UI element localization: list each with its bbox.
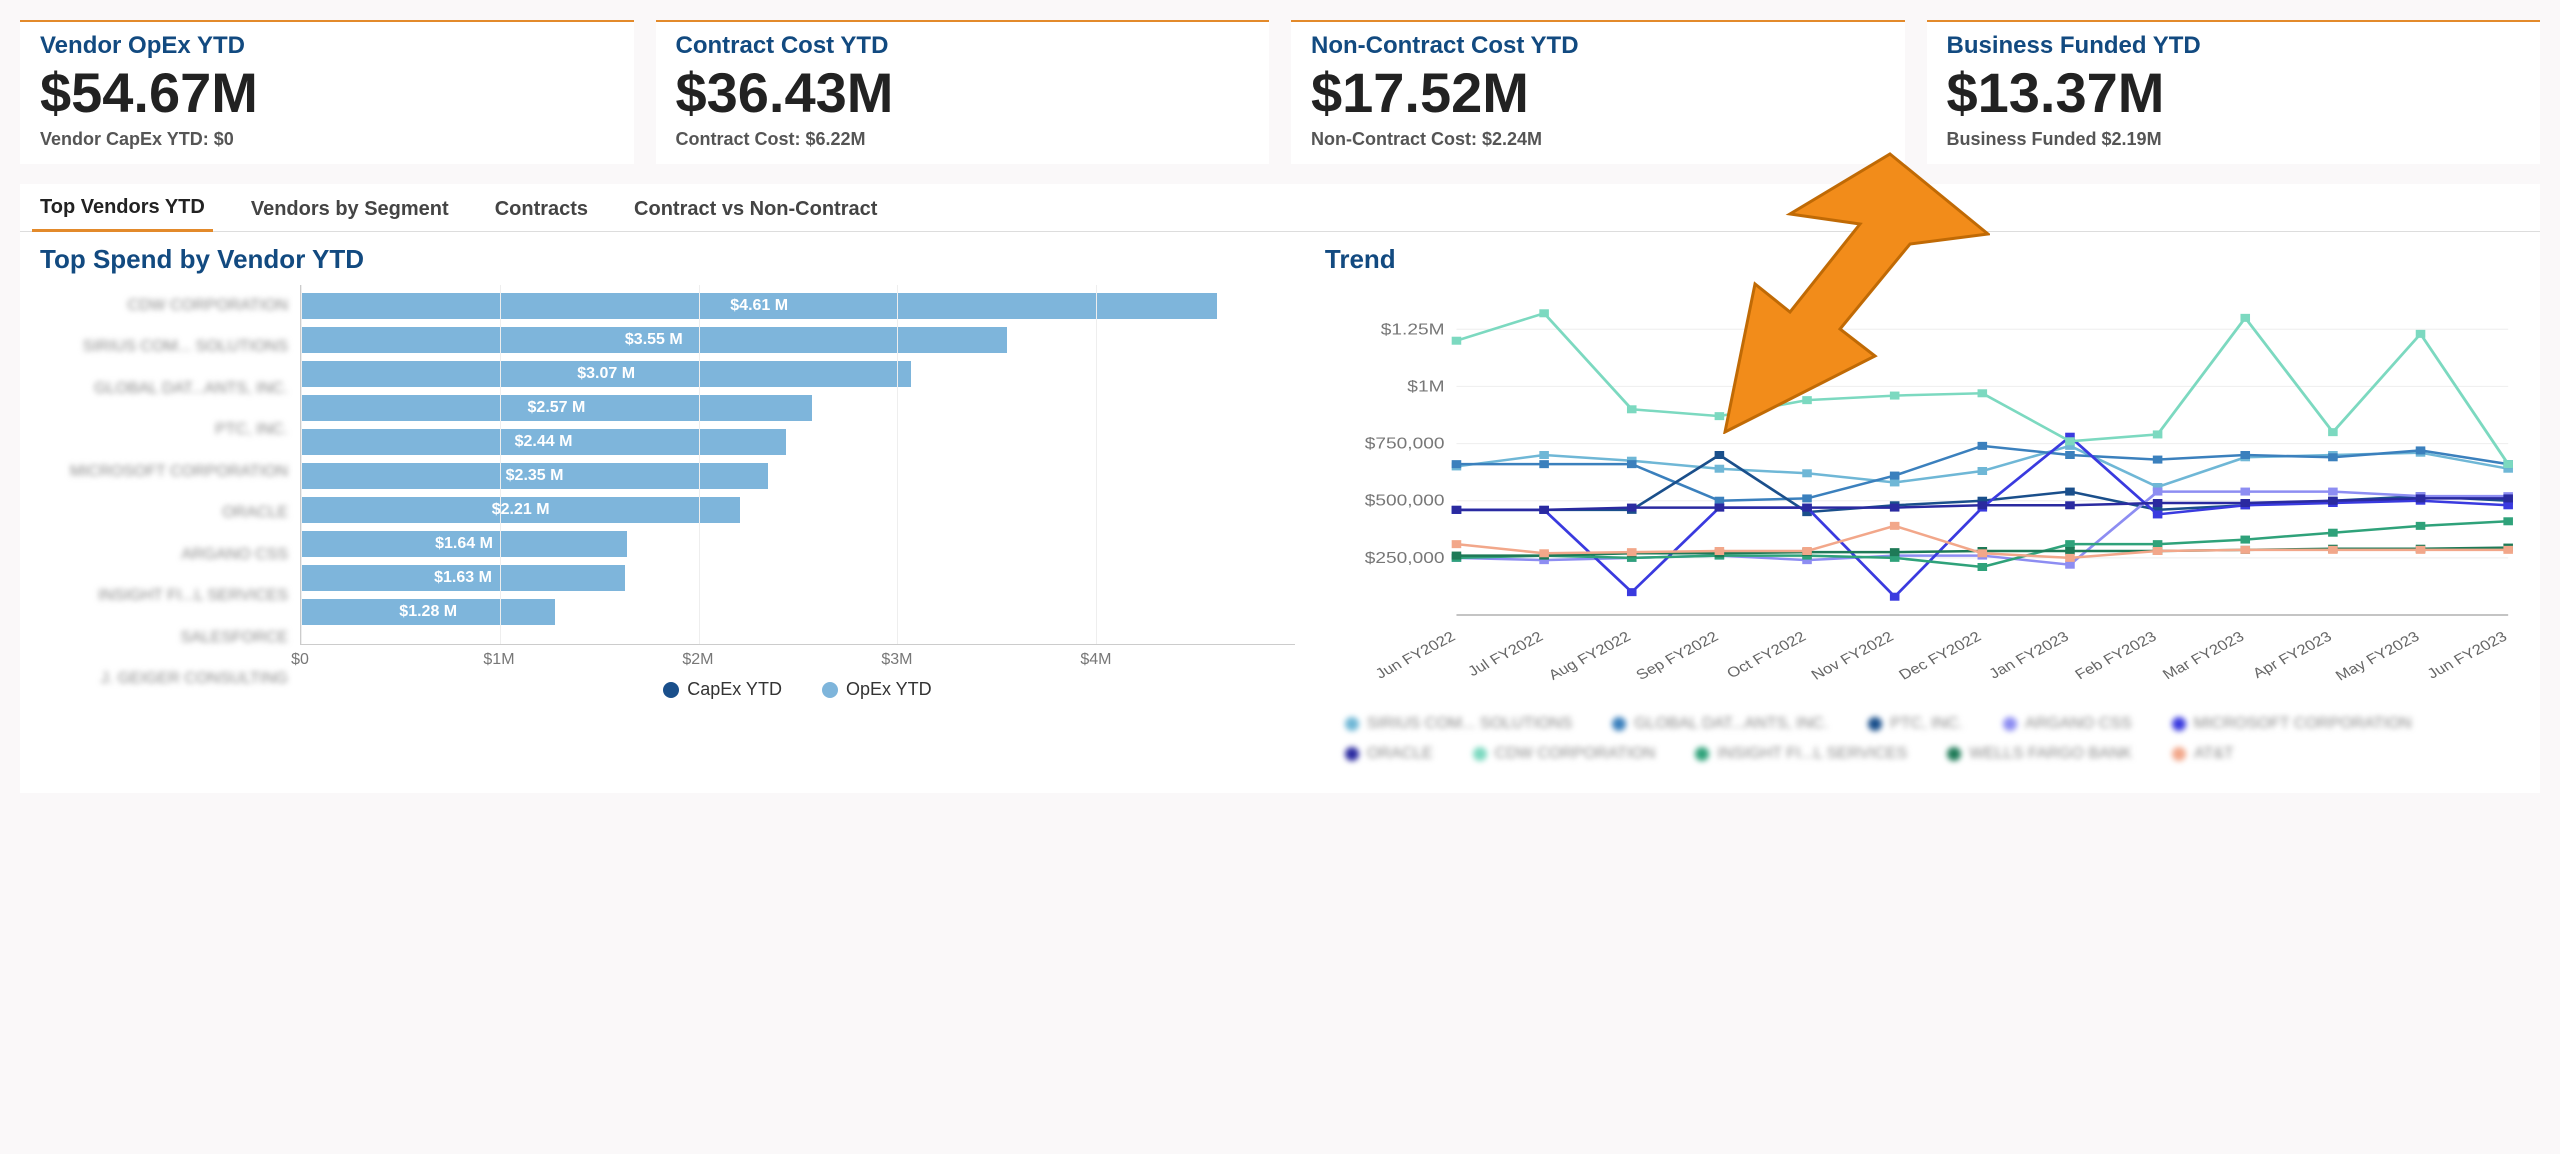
main-panel: Top Vendors YTD Vendors by Segment Contr…	[20, 184, 2540, 793]
trend-plot[interactable]: $250,000 $500,000 $750,000 $1M $1.25M Jun FY2…	[1325, 285, 2520, 685]
bar-category-label: ARGANO CSS	[40, 538, 288, 572]
kpi-value: $13.37M	[1947, 64, 2521, 123]
chart-title: Top Spend by Vendor YTD	[40, 244, 1295, 275]
bar[interactable]: $2.57 M	[301, 395, 812, 421]
svg-text:Nov FY2022: Nov FY2022	[1808, 629, 1897, 683]
bar-row[interactable]: $1.28 M	[301, 595, 1295, 629]
bar-row[interactable]: $2.44 M	[301, 425, 1295, 459]
kpi-title: Vendor OpEx YTD	[40, 32, 614, 60]
bar-legend: CapEx YTD OpEx YTD	[300, 679, 1295, 700]
x-tick: $4M	[1080, 651, 1111, 669]
bar[interactable]: $2.21 M	[301, 497, 740, 523]
svg-text:Apr FY2023: Apr FY2023	[2250, 629, 2335, 682]
bar[interactable]: $1.64 M	[301, 531, 627, 557]
bar[interactable]: $3.07 M	[301, 361, 911, 387]
svg-text:Sep FY2022: Sep FY2022	[1633, 629, 1722, 683]
kpi-subtext: Business Funded $2.19M	[1947, 129, 2521, 150]
bar-category-label: J. GEIGER CONSULTING	[40, 662, 288, 696]
trend-legend-item[interactable]: INSIGHT FI...L SERVICES	[1695, 745, 1907, 763]
x-tick: $2M	[682, 651, 713, 669]
bar[interactable]: $4.61 M	[301, 293, 1217, 319]
kpi-value: $36.43M	[676, 64, 1250, 123]
svg-text:Jan FY2023: Jan FY2023	[1986, 629, 2072, 682]
trend-legend: SIRIUS COM... SOLUTIONS GLOBAL DAT...ANTS…	[1325, 715, 2520, 763]
bar-row[interactable]: $1.63 M	[301, 561, 1295, 595]
kpi-title: Non-Contract Cost YTD	[1311, 32, 1885, 60]
bar-row[interactable]: $3.07 M	[301, 357, 1295, 391]
trend-legend-item[interactable]: GLOBAL DAT...ANTS, INC.	[1612, 715, 1828, 733]
tab-vendors-by-segment[interactable]: Vendors by Segment	[243, 190, 457, 231]
trend-legend-item[interactable]: ARGANO CSS	[2003, 715, 2132, 733]
kpi-subtext: Non-Contract Cost: $2.24M	[1311, 129, 1885, 150]
bar[interactable]: $3.55 M	[301, 327, 1007, 353]
bar-category-label: INSIGHT FI...L SERVICES	[40, 579, 288, 613]
x-tick: $1M	[483, 651, 514, 669]
top-spend-chart: Top Spend by Vendor YTD CDW CORPORATION S…	[40, 244, 1295, 763]
kpi-value: $17.52M	[1311, 64, 1885, 123]
bar-row[interactable]: $3.55 M	[301, 323, 1295, 357]
svg-text:$500,000: $500,000	[1365, 491, 1445, 509]
bar-row[interactable]: $2.35 M	[301, 459, 1295, 493]
bar-plot[interactable]: $4.61 M $3.55 M $3.07 M $2.57 M $2.44 M $2.35…	[300, 285, 1295, 645]
bar-category-label: ORACLE	[40, 496, 288, 530]
legend-capex: CapEx YTD	[663, 679, 782, 700]
bar-category-label: SIRIUS COM... SOLUTIONS	[40, 330, 288, 364]
bar-category-label: MICROSOFT CORPORATION	[40, 455, 288, 489]
bar-category-label: GLOBAL DAT...ANTS, INC.	[40, 372, 288, 406]
legend-opex: OpEx YTD	[822, 679, 932, 700]
trend-legend-item[interactable]: SIRIUS COM... SOLUTIONS	[1345, 715, 1572, 733]
bar-category-label: PTC, INC.	[40, 413, 288, 447]
svg-text:Feb FY2023: Feb FY2023	[2072, 629, 2160, 683]
svg-text:Aug FY2022: Aug FY2022	[1545, 629, 1634, 683]
tab-top-vendors[interactable]: Top Vendors YTD	[32, 188, 213, 232]
trend-legend-item[interactable]: CDW CORPORATION	[1473, 745, 1656, 763]
bar-row[interactable]: $2.57 M	[301, 391, 1295, 425]
kpi-subtext: Vendor CapEx YTD: $0	[40, 129, 614, 150]
kpi-vendor-opex: Vendor OpEx YTD $54.67M Vendor CapEx YTD…	[20, 20, 634, 164]
svg-text:$1.25M: $1.25M	[1381, 320, 1445, 338]
trend-legend-item[interactable]: PTC, INC.	[1868, 715, 1963, 733]
svg-text:Jun FY2022: Jun FY2022	[1372, 629, 1458, 682]
tab-bar: Top Vendors YTD Vendors by Segment Contr…	[20, 184, 2540, 232]
bar-row[interactable]: $1.64 M	[301, 527, 1295, 561]
tab-contracts[interactable]: Contracts	[487, 190, 596, 231]
bar-x-axis: $0$1M$2M$3M$4M	[300, 651, 1295, 673]
kpi-title: Business Funded YTD	[1947, 32, 2521, 60]
tab-contract-vs-noncontract[interactable]: Contract vs Non-Contract	[626, 190, 885, 231]
bar-category-label: SALESFORCE	[40, 621, 288, 655]
svg-text:Dec FY2022: Dec FY2022	[1896, 629, 1985, 683]
bar[interactable]: $1.63 M	[301, 565, 625, 591]
bar-row[interactable]: $2.21 M	[301, 493, 1295, 527]
svg-text:Jul FY2022: Jul FY2022	[1465, 629, 1546, 680]
kpi-subtext: Contract Cost: $6.22M	[676, 129, 1250, 150]
trend-legend-item[interactable]: MICROSOFT CORPORATION	[2172, 715, 2412, 733]
kpi-value: $54.67M	[40, 64, 614, 123]
kpi-business-funded: Business Funded YTD $13.37M Business Fun…	[1927, 20, 2541, 164]
svg-text:Jun FY2023: Jun FY2023	[2424, 629, 2510, 682]
chart-title: Trend	[1325, 244, 2520, 275]
kpi-title: Contract Cost YTD	[676, 32, 1250, 60]
bar-row[interactable]: $4.61 M	[301, 289, 1295, 323]
trend-legend-item[interactable]: ORACLE	[1345, 745, 1433, 763]
svg-text:Mar FY2023: Mar FY2023	[2160, 629, 2248, 683]
bar[interactable]: $2.44 M	[301, 429, 786, 455]
trend-legend-item[interactable]: WELLS FARGO BANK	[1947, 745, 2132, 763]
svg-text:$250,000: $250,000	[1365, 548, 1445, 566]
kpi-noncontract-cost: Non-Contract Cost YTD $17.52M Non-Contra…	[1291, 20, 1905, 164]
kpi-row: Vendor OpEx YTD $54.67M Vendor CapEx YTD…	[20, 20, 2540, 164]
svg-text:Oct FY2022: Oct FY2022	[1724, 629, 1809, 682]
x-tick: $3M	[881, 651, 912, 669]
bar[interactable]: $1.28 M	[301, 599, 555, 625]
svg-text:$1M: $1M	[1407, 377, 1444, 395]
kpi-contract-cost: Contract Cost YTD $36.43M Contract Cost:…	[656, 20, 1270, 164]
trend-chart: Trend $250,000 $500,000 $750,000 $1M $1.25M J…	[1325, 244, 2520, 763]
bar-category-labels: CDW CORPORATION SIRIUS COM... SOLUTIONS GL…	[40, 285, 300, 700]
svg-text:May FY2023: May FY2023	[2333, 629, 2423, 684]
x-tick: $0	[291, 651, 309, 669]
trend-legend-item[interactable]: AT&T	[2172, 745, 2234, 763]
bar-category-label: CDW CORPORATION	[40, 289, 288, 323]
svg-text:$750,000: $750,000	[1365, 434, 1445, 452]
